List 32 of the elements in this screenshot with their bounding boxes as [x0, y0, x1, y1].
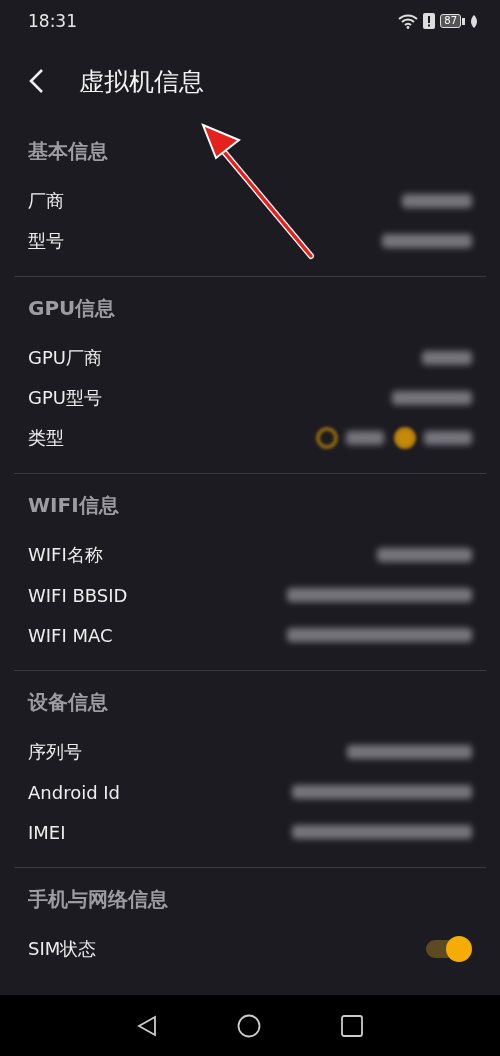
- radio-button[interactable]: [316, 427, 338, 449]
- redacted-value: [422, 351, 472, 365]
- wifi-icon: [398, 13, 419, 29]
- battery-indicator: 87: [440, 14, 465, 28]
- row-label: 型号: [28, 229, 64, 253]
- row-label: WIFI BBSID: [28, 584, 128, 606]
- row-label: GPU厂商: [28, 346, 102, 370]
- row-label: WIFI MAC: [28, 624, 113, 646]
- status-time: 18:31: [28, 11, 77, 31]
- row-label: 序列号: [28, 740, 82, 764]
- row-label: SIM状态: [28, 937, 97, 961]
- home-nav-icon[interactable]: [237, 1013, 261, 1038]
- redacted-value: [402, 194, 472, 208]
- redacted-value: [424, 431, 472, 445]
- row-label: 类型: [28, 426, 64, 450]
- alert-icon: [423, 13, 436, 29]
- section-title: WIFI信息: [27, 492, 120, 519]
- back-nav-icon[interactable]: [137, 1014, 157, 1037]
- toggle-switch[interactable]: [426, 936, 472, 962]
- redacted-value: [346, 431, 384, 445]
- page-title: 虚拟机信息: [79, 65, 204, 98]
- section-title: 基本信息: [27, 138, 109, 165]
- radio-button[interactable]: [394, 427, 416, 449]
- row-label: GPU型号: [28, 386, 102, 410]
- row-label: Android Id: [28, 781, 121, 803]
- recents-nav-icon[interactable]: [341, 1014, 363, 1037]
- section-title: GPU信息: [27, 295, 117, 322]
- row-label: IMEI: [28, 821, 66, 843]
- section-title: 手机与网络信息: [27, 886, 169, 913]
- section-title: 设备信息: [26, 689, 109, 716]
- row-label: WIFI名称: [28, 543, 103, 567]
- row-label: 厂商: [28, 189, 64, 213]
